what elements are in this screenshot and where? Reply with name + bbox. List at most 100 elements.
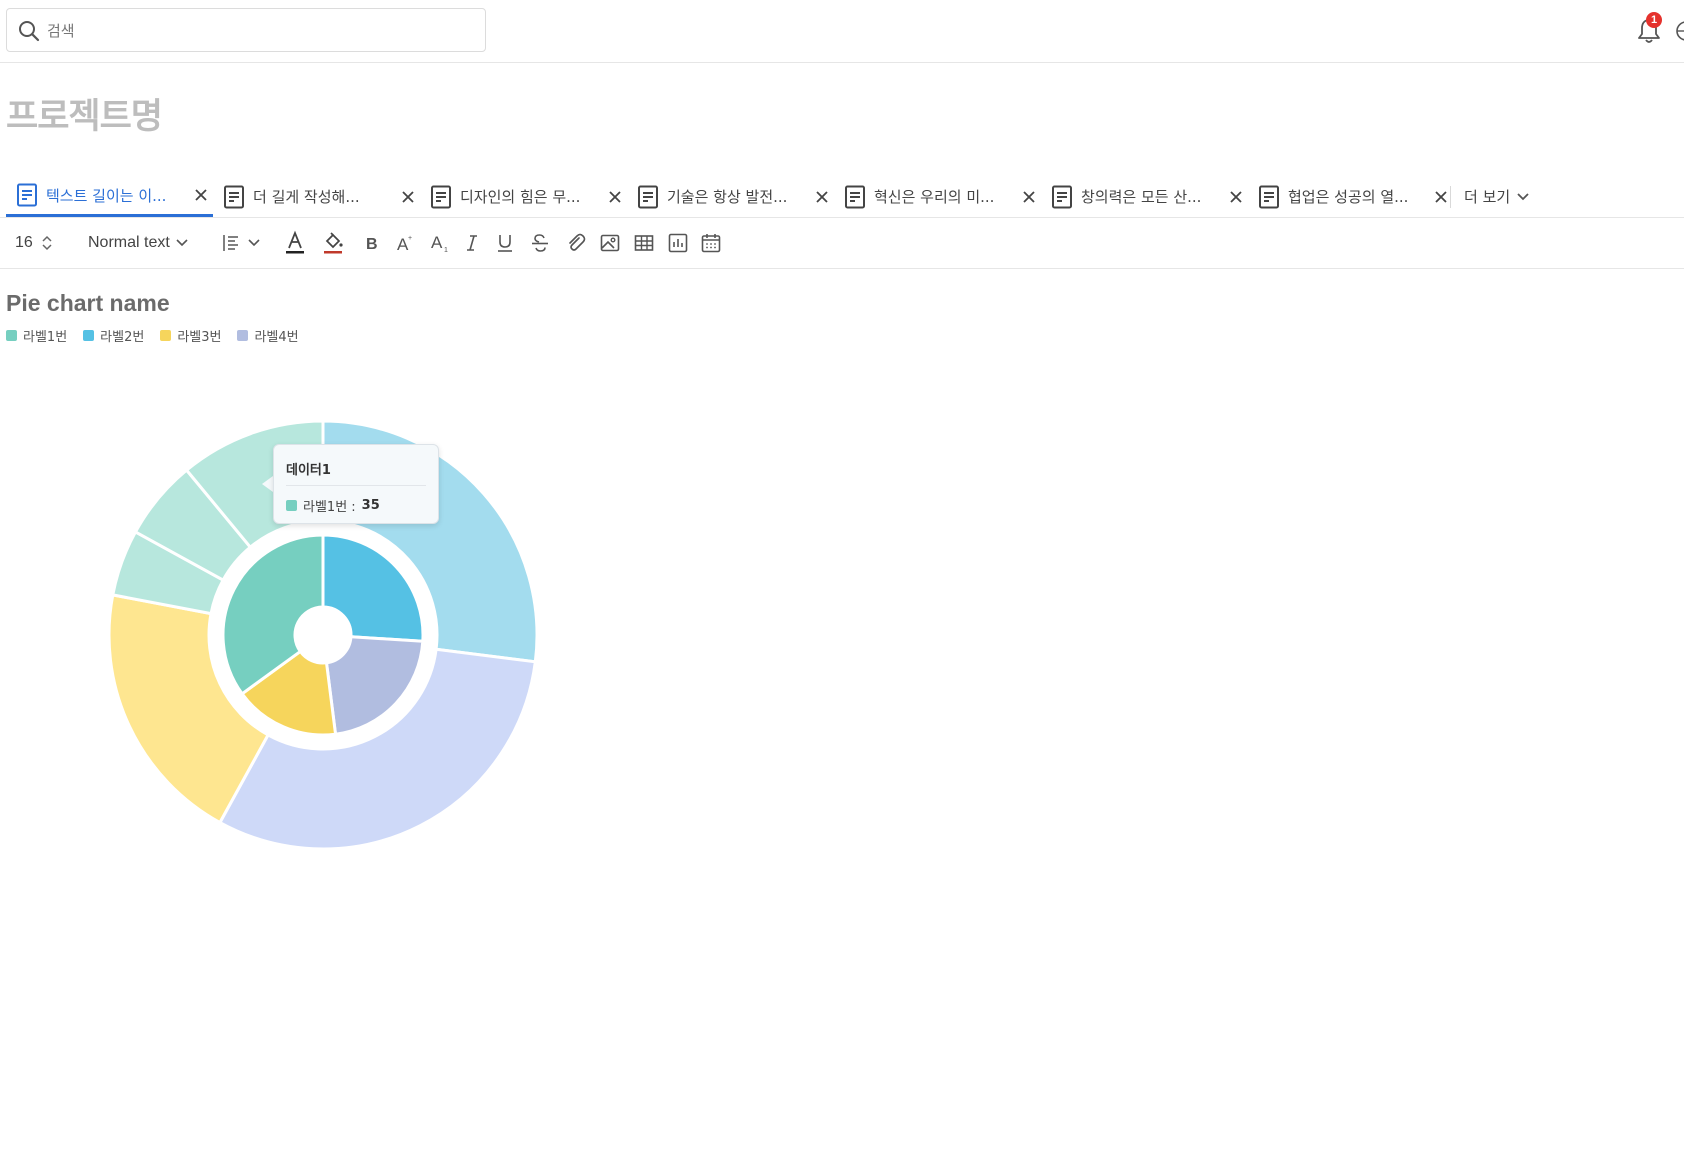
tab-separator <box>1450 186 1451 208</box>
insert-table-button[interactable] <box>634 218 654 268</box>
strikethrough-button[interactable] <box>530 218 550 268</box>
legend-label: 라벨4번 <box>254 329 299 345</box>
tab-label: 텍스트 길이는 이... <box>46 186 167 205</box>
svg-text:A: A <box>431 233 443 252</box>
tooltip-title: 데이터1 <box>286 463 331 478</box>
bold-icon: B <box>366 236 378 252</box>
close-icon[interactable] <box>1434 190 1448 204</box>
globe-icon[interactable] <box>1674 18 1684 44</box>
highlight-color-button[interactable] <box>322 218 344 268</box>
legend-label: 라벨1번 <box>23 329 68 345</box>
paperclip-icon <box>569 233 586 251</box>
legend-label: 라벨3번 <box>177 329 222 345</box>
tab-1[interactable]: 텍스트 길이는 이... <box>6 176 213 217</box>
close-icon[interactable] <box>815 190 829 204</box>
tab-label: 창의력은 모든 산... <box>1081 188 1202 206</box>
document-icon <box>845 185 865 208</box>
paint-bucket-icon <box>324 232 343 254</box>
chart-legend: 라벨1번 라벨2번 라벨3번 라벨4번 <box>6 326 315 345</box>
text-color-icon <box>286 230 304 254</box>
document-icon <box>638 185 658 208</box>
close-icon[interactable] <box>401 190 415 204</box>
editor-toolbar: 16 Normal text B A + A1 <box>0 218 1684 269</box>
subscript-icon: A1 <box>431 233 448 253</box>
document-tabs: 텍스트 길이는 이... 더 길게 작성해... 디자인의 힘은 무... 기술… <box>0 176 1684 218</box>
document-icon <box>1052 185 1072 208</box>
attach-file-button[interactable] <box>566 218 586 268</box>
tab-4[interactable]: 기술은 항상 발전... <box>627 176 834 217</box>
insert-calendar-button[interactable] <box>701 218 721 268</box>
insert-image-button[interactable] <box>600 218 620 268</box>
calendar-icon <box>701 234 721 253</box>
svg-text:+: + <box>408 235 412 242</box>
tab-2[interactable]: 더 길게 작성해... <box>213 176 420 217</box>
document-icon <box>224 185 244 208</box>
chevron-down-icon <box>1517 192 1529 200</box>
superscript-icon: A + <box>397 235 412 253</box>
document-icon <box>17 183 37 207</box>
top-bar: 1 <box>0 0 1684 63</box>
legend-item[interactable]: 라벨1번 <box>6 326 67 345</box>
tab-5[interactable]: 혁신은 우리의 미... <box>834 176 1041 217</box>
chevron-updown-icon <box>42 235 52 251</box>
close-icon[interactable] <box>608 190 622 204</box>
legend-swatch <box>83 329 95 341</box>
bold-button[interactable]: B <box>364 218 380 268</box>
insert-chart-button[interactable] <box>668 218 688 268</box>
italic-button[interactable] <box>464 218 480 268</box>
legend-swatch <box>160 329 172 341</box>
underline-icon <box>498 235 512 252</box>
project-title[interactable]: 프로젝트명 <box>6 88 163 139</box>
bar-chart-icon <box>668 233 688 253</box>
font-size-value: 16 <box>15 234 33 251</box>
strikethrough-icon <box>532 234 548 252</box>
underline-button[interactable] <box>496 218 514 268</box>
legend-item[interactable]: 라벨2번 <box>83 326 144 345</box>
notification-badge: 1 <box>1646 12 1662 28</box>
tooltip-row: 라벨1번 : 35 <box>286 496 380 515</box>
document-icon <box>431 185 451 208</box>
tab-label: 더 길게 작성해... <box>253 188 360 206</box>
tooltip-value: 35 <box>361 498 380 513</box>
text-style-value: Normal text <box>88 234 170 251</box>
chevron-down-icon <box>248 239 260 247</box>
svg-text:1: 1 <box>444 247 448 253</box>
legend-swatch <box>6 329 17 341</box>
svg-text:B: B <box>366 236 378 252</box>
tab-3[interactable]: 디자인의 힘은 무... <box>420 176 627 217</box>
font-size-stepper[interactable]: 16 <box>15 218 53 268</box>
legend-item[interactable]: 라벨3번 <box>160 326 221 345</box>
image-icon <box>600 234 620 252</box>
text-style-dropdown[interactable]: Normal text <box>88 218 188 268</box>
legend-label: 라벨2번 <box>100 329 145 345</box>
tab-6[interactable]: 창의력은 모든 산... <box>1041 176 1248 217</box>
text-color-button[interactable] <box>284 218 306 268</box>
tab-label: 기술은 항상 발전... <box>667 188 788 206</box>
document-icon <box>1259 185 1279 208</box>
tab-7[interactable]: 협업은 성공의 열... <box>1248 176 1448 217</box>
tab-label: 디자인의 힘은 무... <box>460 188 581 206</box>
tab-label: 협업은 성공의 열... <box>1288 188 1409 206</box>
align-dropdown[interactable] <box>222 218 260 268</box>
close-icon[interactable] <box>1022 190 1036 204</box>
tab-label: 혁신은 우리의 미... <box>874 188 995 206</box>
table-icon <box>634 235 654 251</box>
tooltip-arrow <box>262 476 273 492</box>
tooltip-label: 라벨1번 : <box>303 500 356 515</box>
chart-tooltip: 데이터1 라벨1번 : 35 <box>273 444 439 524</box>
tooltip-swatch <box>286 500 297 511</box>
tooltip-divider <box>286 485 426 486</box>
close-icon[interactable] <box>1229 190 1243 204</box>
superscript-button[interactable]: A + <box>396 218 414 268</box>
search-input[interactable] <box>45 17 469 45</box>
legend-swatch <box>237 329 249 341</box>
align-left-icon <box>223 235 238 251</box>
subscript-button[interactable]: A1 <box>430 218 450 268</box>
chart-title: Pie chart name <box>6 290 170 316</box>
chevron-down-icon <box>176 239 188 247</box>
search-icon <box>19 21 40 42</box>
more-tabs-button[interactable]: 더 보기 <box>1464 176 1530 217</box>
search-box[interactable] <box>6 8 486 52</box>
legend-item[interactable]: 라벨4번 <box>237 326 299 345</box>
close-icon[interactable] <box>194 188 208 202</box>
